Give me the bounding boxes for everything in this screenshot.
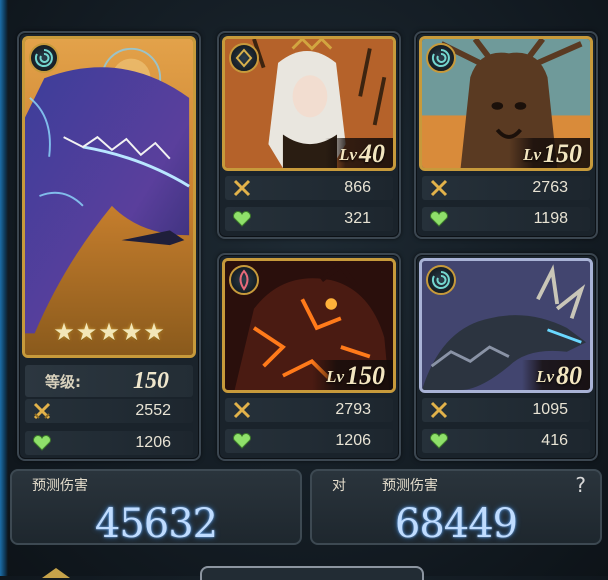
crossed-swords-icon [231,177,253,199]
heart-icon [231,430,253,452]
attack-stat: 2763 [422,176,590,200]
star-icon: ★ [120,320,143,346]
level-badge: Lv 150 [509,138,590,168]
lv-tag: Lv [523,145,541,164]
level-badge: Lv 40 [325,138,393,168]
lv-value: 150 [543,139,582,168]
wind-spiral-icon [426,265,456,295]
crossed-swords-icon [31,400,53,422]
hp-stat: 1206 [25,431,193,455]
hero-card-4[interactable]: Lv 80 1095 416 [414,253,598,461]
level-row: 等级: 150 [25,365,193,397]
hero-card-2[interactable]: Lv 150 2763 1198 [414,31,598,239]
heart-icon [428,208,450,230]
hp-value: 416 [541,432,568,449]
bottom-arrow-icon[interactable] [42,568,70,578]
star-icon: ★ [53,320,75,346]
lv-value: 150 [346,361,385,390]
hp-stat: 416 [422,429,590,453]
attack-value: 2793 [335,401,371,418]
crossed-swords-icon [231,399,253,421]
hp-value: 321 [344,210,371,227]
white-haired-girl-portrait: Lv 40 [222,36,396,171]
predicted-damage-panel: 预测伤害 45632 [10,469,302,547]
hp-value: 1198 [533,210,568,227]
lava-golem-portrait: Lv 150 [222,258,396,393]
help-icon[interactable]: ? [575,473,586,497]
hp-value: 1206 [135,434,171,451]
lv-tag: Lv [339,145,357,164]
heart-icon [31,432,53,454]
predicted-damage-label: 预测伤害 [32,478,88,494]
left-edge-accent [0,0,8,576]
attack-value: 2763 [532,179,568,196]
lv-tag: Lv [326,367,344,386]
lv-value: 80 [556,361,582,390]
hero-card-1[interactable]: Lv 40 866 321 [217,31,401,239]
hp-stat: 1206 [225,429,393,453]
vs-predicted-damage-label: 预测伤害 [382,478,438,494]
level-badge: Lv 150 [312,360,393,390]
hp-stat: 321 [225,207,393,231]
star-rating: ★ ★ ★ ★ ★ [25,321,193,345]
attack-stat: 866 [225,176,393,200]
attack-value: 866 [344,179,371,196]
level-label: 等级: [45,372,81,391]
vs-prefix: 对 [332,478,346,494]
attack-stat: 2793 [225,398,393,422]
crossed-swords-icon [428,399,450,421]
hp-value: 1206 [335,432,371,449]
star-icon: ★ [75,320,98,346]
star-icon: ★ [143,320,165,346]
hero-card-3[interactable]: Lv 150 2793 1206 [217,253,401,461]
attack-stat: 1095 [422,398,590,422]
predicted-damage-value: 45632 [94,501,218,547]
whale-portrait: ★ ★ ★ ★ ★ [22,36,196,358]
attack-value: 1095 [532,401,568,418]
crossed-swords-icon [428,177,450,199]
wind-spiral-icon [29,43,59,73]
earth-rune-icon [229,43,259,73]
heart-icon [231,208,253,230]
level-badge: Lv 80 [522,360,590,390]
star-icon: ★ [98,320,120,346]
treant-portrait: Lv 150 [419,36,593,171]
bottom-tab[interactable] [200,566,424,580]
fire-rune-icon [229,265,259,295]
lv-tag: Lv [536,367,554,386]
attack-value: 2552 [135,402,171,419]
hp-stat: 1198 [422,207,590,231]
lv-value: 40 [359,139,385,168]
dragon-portrait: Lv 80 [419,258,593,393]
vs-predicted-damage-value: 68449 [394,501,518,547]
attack-stat: 2552 [25,399,193,423]
level-value: 150 [133,367,169,394]
heart-icon [428,430,450,452]
vs-predicted-damage-panel: 对 预测伤害 ? 68449 [310,469,602,547]
main-hero-card[interactable]: ★ ★ ★ ★ ★ 等级: 150 2552 1206 [17,31,201,461]
wind-spiral-icon [426,43,456,73]
